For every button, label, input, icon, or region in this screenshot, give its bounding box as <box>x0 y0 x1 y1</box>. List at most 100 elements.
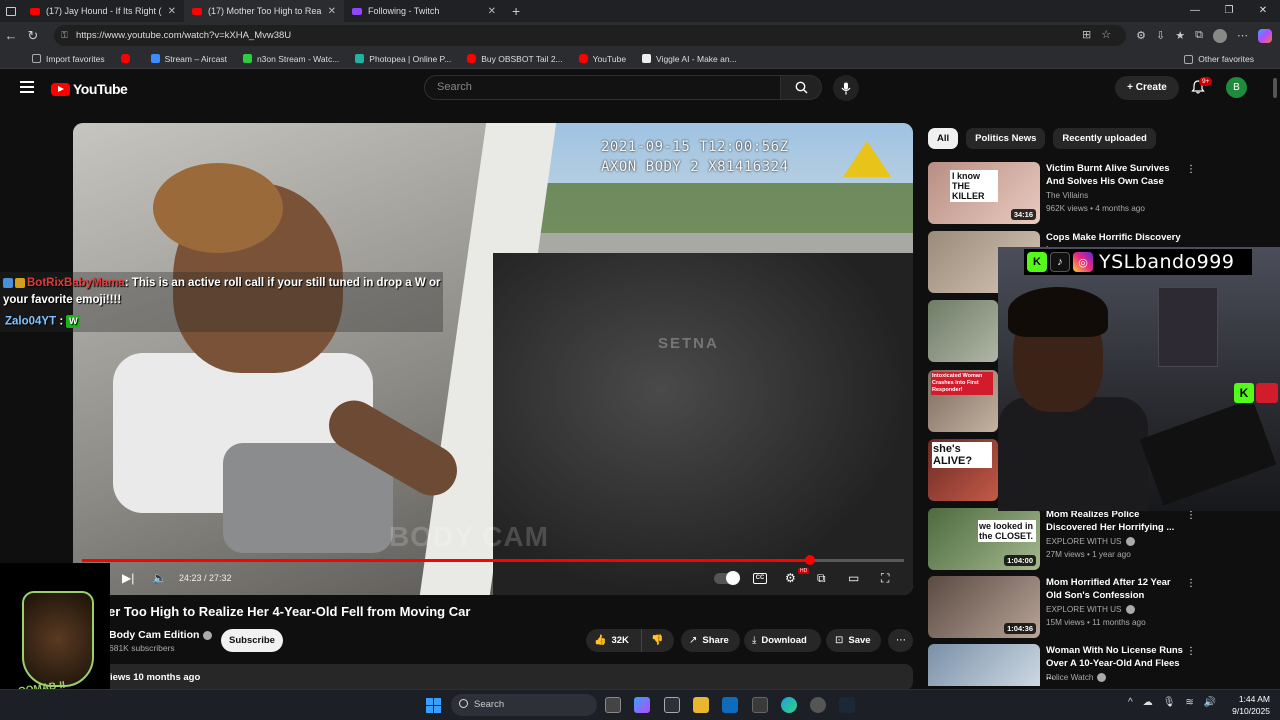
bookmark-import-favorites[interactable]: Import favorites <box>32 54 105 64</box>
store-icon[interactable] <box>664 697 680 713</box>
volume-icon[interactable]: 🔈 <box>152 571 167 585</box>
window-controls: — ❐ ✕ <box>1178 0 1280 22</box>
search-button[interactable] <box>781 75 822 100</box>
subscribe-button[interactable]: Subscribe <box>221 629 283 652</box>
viggle-icon <box>642 54 652 63</box>
miniplayer-icon[interactable]: ⧉ <box>817 571 826 586</box>
share-button[interactable]: ↗ Share <box>681 629 740 652</box>
bookmark-obsbot[interactable]: Buy OBSBOT Tail 2... <box>467 54 563 64</box>
create-button[interactable]: + Create <box>1115 76 1179 100</box>
dislike-button[interactable]: 👎 <box>641 629 674 652</box>
close-tab-icon[interactable]: ✕ <box>328 6 336 17</box>
taskbar-search[interactable]: Search <box>451 694 597 716</box>
task-view-icon[interactable] <box>605 697 621 713</box>
profile-icon[interactable] <box>1213 28 1227 43</box>
video-progress-bar[interactable] <box>82 555 904 565</box>
video-thumbnail[interactable]: Intoxicated Woman Crashes into First Res… <box>928 370 998 432</box>
channel-watermark: BODY CAM <box>389 521 549 552</box>
copilot-app-icon[interactable] <box>634 697 650 713</box>
other-favorites[interactable]: Other favorites <box>1184 49 1254 69</box>
wifi-icon[interactable]: ≋ <box>1185 697 1193 708</box>
minimize-icon[interactable]: — <box>1178 0 1212 22</box>
windows-start-icon[interactable] <box>426 698 441 713</box>
more-actions-button[interactable]: ⋯ <box>888 629 913 652</box>
outlook-icon[interactable] <box>722 697 738 713</box>
video-thumbnail[interactable]: she's ALIVE? <box>928 439 998 501</box>
close-tab-icon[interactable]: ✕ <box>168 6 176 17</box>
extensions-icon[interactable]: ⚙ <box>1136 29 1146 42</box>
bookmark-aircast[interactable]: Stream – Aircast <box>150 54 227 64</box>
more-vertical-icon[interactable]: ⋮ <box>1186 646 1196 657</box>
close-window-icon[interactable]: ✕ <box>1246 0 1280 22</box>
favorites-icon[interactable]: ★ <box>1175 29 1185 42</box>
site-info-icon[interactable]: ⚿ <box>61 25 68 46</box>
video-thumbnail[interactable]: 1:04:36 <box>928 576 1040 638</box>
bookmark-n3on[interactable]: n3on Stream - Watc... <box>242 54 339 64</box>
tab-actions-icon[interactable] <box>0 0 22 22</box>
back-icon[interactable]: ← <box>0 28 22 43</box>
refresh-icon[interactable]: ↻ <box>22 28 44 44</box>
cloud-icon[interactable]: ☁ <box>1143 697 1153 708</box>
captions-icon[interactable]: CC <box>753 573 767 584</box>
app-available-icon[interactable]: ⊞ <box>1082 25 1091 46</box>
video-player[interactable]: 2021-09-15 T12:00:56Z AXON BODY 2 X81416… <box>73 123 913 595</box>
volume-icon[interactable]: 🔊 <box>1204 697 1216 708</box>
more-vertical-icon[interactable]: ⋮ <box>1186 164 1196 175</box>
menu-hamburger-icon[interactable] <box>20 81 34 93</box>
account-avatar[interactable]: B <box>1226 77 1247 98</box>
next-icon[interactable]: ▶| <box>122 571 134 585</box>
browser-tab-2[interactable]: (17) Mother Too High to Realize H ✕ <box>184 0 344 22</box>
address-bar[interactable]: ⚿ https://www.youtube.com/watch?v=kXHA_M… <box>54 25 1126 46</box>
channel-name[interactable]: Body Cam Edition <box>109 629 213 641</box>
autoplay-toggle[interactable] <box>714 571 740 585</box>
settings-gear-icon[interactable]: ⚙ <box>785 571 796 585</box>
save-button[interactable]: ⊡ Save <box>826 629 881 652</box>
voice-search-button[interactable] <box>833 75 859 101</box>
download-button[interactable]: ⤓ Download <box>744 629 821 652</box>
favorite-star-icon[interactable]: ☆ <box>1101 25 1111 46</box>
close-tab-icon[interactable]: ✕ <box>488 6 496 17</box>
recommended-video[interactable]: we looked in the CLOSET. 1:04:00 Mom Rea… <box>928 508 1268 572</box>
maximize-icon[interactable]: ❐ <box>1212 0 1246 22</box>
file-explorer-icon[interactable] <box>693 697 709 713</box>
video-thumbnail[interactable]: we looked in the CLOSET. 1:04:00 <box>928 508 1040 570</box>
steam-icon[interactable] <box>839 697 855 713</box>
fullscreen-icon[interactable]: ⛶ <box>881 571 889 586</box>
more-vertical-icon[interactable]: ⋮ <box>1186 510 1196 521</box>
search-input[interactable]: Search <box>424 75 781 100</box>
collections-icon[interactable]: ⧉ <box>1195 29 1203 42</box>
recommended-video[interactable]: 1:04:36 Mom Horrified After 12 Year Old … <box>928 576 1268 640</box>
browser-tab-3[interactable]: Following - Twitch ✕ <box>344 0 504 22</box>
browser-tab-1[interactable]: (17) Jay Hound - If Its Right (Offic ✕ <box>22 0 184 22</box>
video-thumbnail[interactable]: I know THE KILLER 34:16 <box>928 162 1040 224</box>
chip-recently-uploaded[interactable]: Recently uploaded <box>1053 128 1156 149</box>
bookmark-youtube-2[interactable]: YouTube <box>578 54 626 64</box>
recommended-video[interactable]: Woman With No License Runs Over A 10-Yea… <box>928 644 1268 686</box>
recommended-video[interactable]: I know THE KILLER 34:16 Victim Burnt Ali… <box>928 162 1268 226</box>
new-tab-icon[interactable]: + <box>512 3 520 19</box>
edge-icon[interactable] <box>781 697 797 713</box>
microphone-icon[interactable]: 🎙 <box>1163 697 1176 708</box>
video-thumbnail[interactable] <box>928 300 998 362</box>
app-icon[interactable] <box>752 697 768 713</box>
bookmark-youtube-1[interactable] <box>120 54 135 63</box>
youtube-logo[interactable]: YouTube <box>51 81 128 97</box>
bookmark-photopea[interactable]: Photopea | Online P... <box>355 54 451 64</box>
downloads-icon[interactable]: ⇩ <box>1156 29 1165 42</box>
theater-mode-icon[interactable]: ▭ <box>848 571 859 585</box>
chip-all[interactable]: All <box>928 128 959 149</box>
obs-icon[interactable] <box>810 697 826 713</box>
chip-politics-news[interactable]: Politics News <box>966 128 1046 149</box>
taskbar-clock[interactable]: 1:44 AM 9/10/2025 <box>1230 693 1270 717</box>
like-button[interactable]: 👍 32K <box>586 629 641 652</box>
video-thumbnail[interactable] <box>928 644 1040 686</box>
clock-time: 1:44 AM <box>1238 694 1270 704</box>
copilot-icon[interactable] <box>1258 28 1272 43</box>
more-menu-icon[interactable]: ⋯ <box>1237 29 1248 42</box>
more-vertical-icon[interactable]: ⋮ <box>1186 578 1196 589</box>
description-box[interactable]: iews 10 months ago <box>96 664 913 690</box>
scrollbar-thumb[interactable] <box>1273 78 1277 98</box>
youtube-logo-text: YouTube <box>73 81 128 97</box>
chevron-up-icon[interactable]: ^ <box>1128 697 1133 708</box>
bookmark-viggle[interactable]: Viggle AI - Make an... <box>642 54 737 64</box>
